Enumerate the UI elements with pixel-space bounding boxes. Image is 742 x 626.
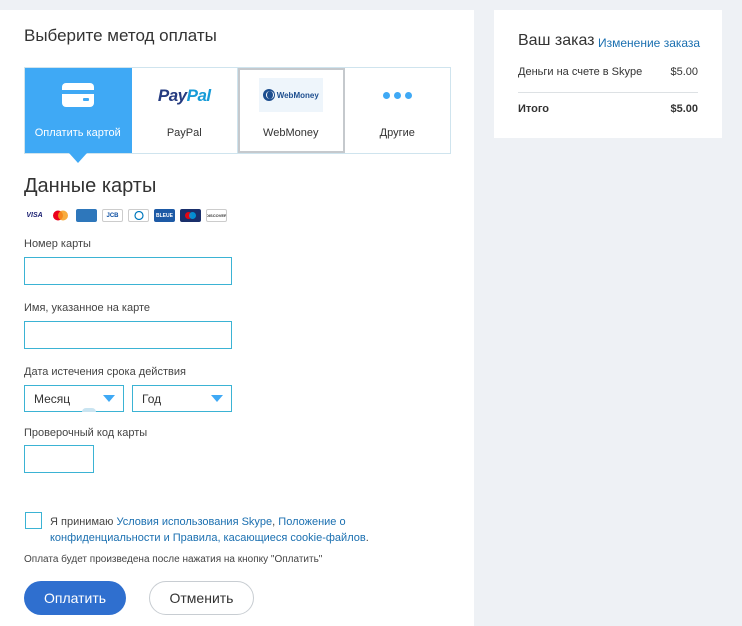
visa-logo: VISA — [26, 212, 43, 219]
paypal-logo-pay: Pay — [157, 86, 187, 105]
card-logos: VISA JCB BLEUE DISCOVER — [24, 209, 227, 222]
order-total-label: Итого — [518, 103, 550, 115]
expiry-year-value: Год — [142, 391, 162, 406]
card-number-label: Номер карты — [24, 238, 91, 250]
credit-card-icon — [25, 82, 131, 108]
tab-paypal-label: PayPal — [166, 127, 202, 139]
tab-webmoney[interactable]: WebMoney WebMoney — [238, 68, 345, 153]
expiry-year-select[interactable]: Год — [132, 385, 232, 412]
card-number-input[interactable] — [24, 257, 232, 285]
terms-checkbox[interactable] — [25, 512, 42, 529]
tab-card[interactable]: Оплатить картой — [25, 68, 132, 163]
cvv-input[interactable] — [24, 445, 94, 473]
terms-prefix: Я принимаю — [50, 516, 117, 528]
tab-other[interactable]: Другие — [344, 68, 451, 153]
tab-paypal[interactable]: PayPal PayPal — [131, 68, 238, 153]
tab-card-label: Оплатить картой — [34, 127, 121, 139]
terms-suffix: . — [365, 532, 369, 544]
terms-of-use-link[interactable]: Условия использования Skype — [116, 516, 272, 528]
webmoney-logo: WebMoney — [238, 78, 344, 112]
webmoney-logo-text: WebMoney — [276, 90, 319, 100]
expiry-month-select[interactable]: Месяц — [24, 385, 124, 412]
order-title: Ваш заказ — [518, 32, 595, 49]
diners-logo — [128, 209, 149, 222]
globe-icon — [262, 89, 275, 101]
order-total-price: $5.00 — [670, 103, 698, 115]
payment-panel: Выберите метод оплаты Оплатить картой Pa… — [0, 10, 474, 626]
cardholder-name-input[interactable] — [24, 321, 232, 349]
pay-button[interactable]: Оплатить — [24, 581, 126, 615]
cardholder-name-label: Имя, указанное на карте — [24, 302, 151, 314]
discover-logo: DISCOVER — [206, 209, 227, 222]
jcb-logo: JCB — [102, 209, 123, 222]
maestro-logo — [180, 209, 201, 222]
paypal-logo-pal: Pal — [186, 86, 212, 105]
chevron-down-icon — [211, 395, 223, 402]
carte-bleue-logo: BLEUE — [154, 209, 175, 222]
expiry-month-value: Месяц — [34, 391, 71, 406]
order-item-name: Деньги на счете в Skype — [518, 66, 643, 78]
cvv-label: Проверочный код карты — [24, 427, 148, 439]
payment-method-tabs: Оплатить картой PayPal PayPal WebMoney W… — [24, 67, 451, 163]
paypal-logo: PayPal — [132, 86, 238, 106]
order-summary: Ваш заказ Изменение заказа Деньги на сче… — [494, 10, 722, 138]
amex-logo — [76, 209, 97, 222]
cancel-button[interactable]: Отменить — [149, 581, 254, 615]
page-title: Выберите метод оплаты — [24, 26, 217, 45]
terms-text: Я принимаю Условия использования Skype, … — [50, 514, 380, 546]
order-divider — [518, 92, 698, 93]
tab-other-label: Другие — [379, 127, 415, 139]
order-total-row: Итого $5.00 — [518, 103, 698, 115]
change-order-link[interactable]: Изменение заказа — [598, 36, 700, 50]
more-dots-icon — [345, 82, 451, 99]
tab-webmoney-label: WebMoney — [263, 127, 319, 139]
order-item-price: $5.00 — [670, 66, 698, 78]
order-item-row: Деньги на счете в Skype $5.00 — [518, 66, 698, 78]
expiry-label: Дата истечения срока действия — [24, 366, 186, 378]
chevron-down-icon — [103, 395, 115, 402]
mastercard-logo — [50, 209, 71, 222]
card-section-title: Данные карты — [24, 175, 157, 197]
payment-note: Оплата будет произведена после нажатия н… — [24, 554, 323, 565]
